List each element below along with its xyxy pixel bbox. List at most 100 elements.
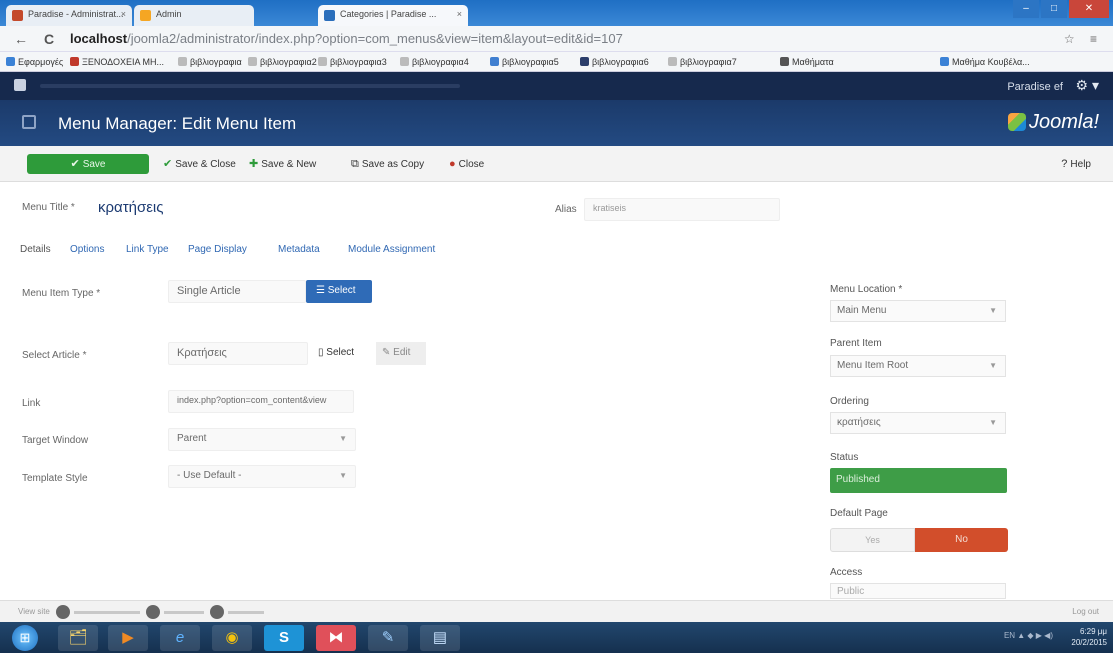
url-path: /joomla2/administrator/index.php?option=… — [127, 31, 623, 46]
save-close-button[interactable]: ✔ Save & Close — [163, 154, 236, 174]
edit-article-button[interactable]: ✎ Edit — [376, 342, 426, 365]
tab-page-display[interactable]: Page Display — [188, 244, 247, 255]
bookmark-item[interactable]: βιβλιογραφια5 — [490, 57, 559, 67]
save-button[interactable]: ✔ Save — [27, 154, 149, 174]
joomla-logo-icon — [1007, 113, 1026, 131]
bookmark-item[interactable]: βιβλιογραφια3 — [318, 57, 387, 67]
page-icon — [668, 57, 677, 66]
joomla-favicon-icon — [12, 10, 23, 21]
toolbar: ✔ Save ✔ Save & Close ✚ Save & New ⧉ Save as… — [0, 146, 1113, 182]
logout-link[interactable]: Log out — [1072, 607, 1099, 616]
select-type-button[interactable]: ☰ Select — [306, 280, 372, 303]
default-page-label: Default Page — [830, 508, 888, 519]
page-icon — [780, 57, 789, 66]
bookmark-item[interactable]: βιβλιογραφια7 — [668, 57, 737, 67]
categories-favicon-icon — [324, 10, 335, 21]
bookmark-item[interactable]: Μαθήματα — [780, 57, 834, 67]
page-icon — [940, 57, 949, 66]
bookmark-item[interactable]: βιβλιογραφια2 — [248, 57, 317, 67]
menu-manager-icon — [22, 115, 36, 129]
chevron-down-icon: ▼ — [989, 361, 997, 370]
bookmark-star-icon[interactable]: ☆ ≡ — [1064, 32, 1103, 46]
link-label: Link — [22, 398, 41, 409]
file-explorer-icon[interactable]: 🗂 — [58, 625, 98, 651]
check-icon: ✔ — [163, 158, 173, 170]
menu-title-input[interactable]: κρατήσεις — [94, 197, 424, 223]
back-icon[interactable]: ← — [14, 31, 28, 47]
bookmark-item[interactable]: ΞΕΝΟΔΟΧΕΙΑ ΜΗ... — [70, 57, 164, 67]
default-page-no-button[interactable]: No — [915, 528, 1008, 552]
reload-icon[interactable]: C — [44, 31, 54, 47]
help-icon: ? — [1061, 158, 1068, 170]
clock[interactable]: 6:29 μμ 20/2/2015 — [1071, 626, 1107, 648]
bookmark-apps[interactable]: Εφαρμογές — [6, 57, 63, 67]
chevron-down-icon: ▼ — [989, 418, 997, 427]
window-controls: – □ ✕ — [1013, 0, 1109, 18]
skype-icon[interactable]: S — [264, 625, 304, 651]
windows-start-icon[interactable]: ⊞ — [12, 625, 38, 651]
select-article-button[interactable]: ▯ Select — [312, 342, 374, 365]
messages-icon — [210, 605, 224, 619]
tab-options[interactable]: Options — [70, 244, 104, 255]
chevron-down-icon: ▼ — [339, 434, 347, 443]
chevron-down-icon: ▼ — [339, 471, 347, 480]
browser-tab-admin[interactable]: Admin — [134, 5, 254, 26]
bookmark-item[interactable]: βιβλιογραφια6 — [580, 57, 649, 67]
close-tab-icon[interactable]: × — [457, 9, 462, 19]
close-button[interactable]: ● Close — [449, 154, 484, 174]
status-select[interactable]: Published — [830, 468, 1007, 493]
access-label: Access — [830, 567, 863, 578]
browser-tab-administrator[interactable]: Paradise - Administrat... × — [6, 5, 132, 26]
page-icon — [178, 57, 187, 66]
page-icon — [490, 57, 499, 66]
help-button[interactable]: ? Help — [1061, 154, 1091, 174]
joomla-menu-icon[interactable] — [14, 79, 26, 91]
template-style-select[interactable]: - Use Default - ▼ — [168, 465, 356, 488]
ordering-select[interactable]: κρατήσεις ▼ — [830, 412, 1006, 434]
close-tab-icon[interactable]: × — [121, 9, 126, 19]
close-icon: ● — [449, 158, 456, 170]
admin-menu[interactable] — [40, 84, 460, 88]
parent-item-select[interactable]: Menu Item Root ▼ — [830, 355, 1006, 377]
alias-input[interactable]: kratiseis — [584, 198, 780, 221]
bookmark-item[interactable]: Μαθήμα Κουβέλα... — [940, 57, 1030, 67]
select-article-input: Κρατήσεις — [168, 342, 308, 365]
gear-icon[interactable]: ⚙ ▾ — [1076, 77, 1099, 94]
save-copy-button[interactable]: ⧉ Save as Copy — [351, 154, 424, 174]
paint-icon[interactable]: ✎ — [368, 625, 408, 651]
tab-details[interactable]: Details — [20, 244, 51, 255]
system-tray[interactable]: EN ▲ ◆ ▶ ◀) — [1004, 631, 1053, 640]
default-page-yes-button[interactable]: Yes — [830, 528, 915, 552]
close-window-icon[interactable]: ✕ — [1069, 0, 1109, 18]
select-article-label: Select Article * — [22, 350, 87, 361]
view-site-link[interactable]: View site — [18, 607, 50, 616]
page-icon — [400, 57, 409, 66]
menu-location-select[interactable]: Main Menu ▼ — [830, 300, 1006, 322]
tab-metadata[interactable]: Metadata — [278, 244, 320, 255]
page-icon — [580, 57, 589, 66]
access-select[interactable]: Public — [830, 583, 1006, 599]
browser-tab-categories[interactable]: Categories | Paradise ... × — [318, 5, 468, 26]
status-bar: View site Log out — [0, 600, 1113, 622]
tab-label: Paradise - Administrat... — [28, 9, 124, 19]
save-new-button[interactable]: ✚ Save & New — [249, 154, 316, 174]
menu-location-label: Menu Location * — [830, 284, 903, 295]
word-icon[interactable]: ▤ — [420, 625, 460, 651]
status-label: Status — [830, 452, 859, 463]
tab-link-type[interactable]: Link Type — [126, 244, 169, 255]
chrome-icon[interactable]: ◉ — [212, 625, 252, 651]
user-menu[interactable]: Paradise ef — [1007, 81, 1063, 93]
maximize-icon[interactable]: □ — [1041, 0, 1067, 18]
tab-module-assignment[interactable]: Module Assignment — [348, 244, 435, 255]
minimize-icon[interactable]: – — [1013, 0, 1039, 18]
xampp-icon[interactable]: ⧓ — [316, 625, 356, 651]
internet-explorer-icon[interactable]: e — [160, 625, 200, 651]
media-player-icon[interactable]: ▶ — [108, 625, 148, 651]
target-window-select[interactable]: Parent ▼ — [168, 428, 356, 451]
url-input[interactable]: localhost/joomla2/administrator/index.ph… — [70, 30, 1030, 48]
bookmark-item[interactable]: βιβλιογραφια4 — [400, 57, 469, 67]
bookmark-item[interactable]: βιβλιογραφια — [178, 57, 242, 67]
windows-taskbar: ⊞ 🗂 ▶ e ◉ S ⧓ ✎ ▤ EN ▲ ◆ ▶ ◀) 6:29 μμ 20… — [0, 622, 1113, 653]
menu-item-type-label: Menu Item Type * — [22, 288, 101, 299]
clock-date: 20/2/2015 — [1071, 638, 1107, 647]
